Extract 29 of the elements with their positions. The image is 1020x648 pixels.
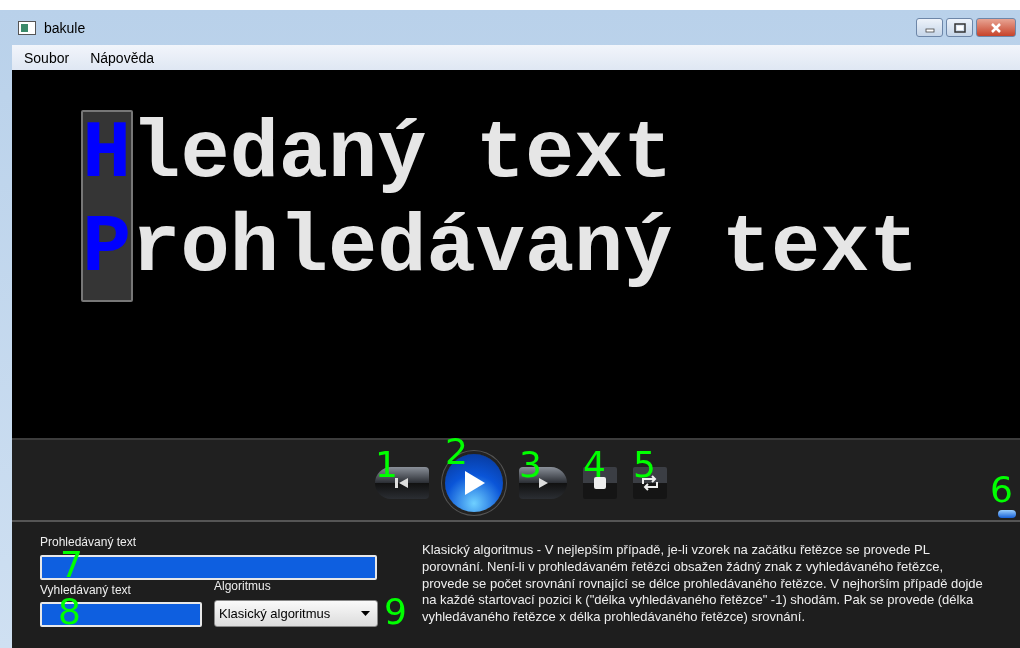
annotation-number: 9: [384, 594, 407, 630]
caret-icon: [361, 611, 370, 616]
annotation-number: 5: [633, 447, 656, 483]
skip-back-icon: [394, 476, 410, 490]
maximize-icon: [953, 22, 966, 33]
close-icon: [990, 22, 1002, 33]
field-label: Prohledávaný text: [40, 534, 138, 550]
display-line: Hledaný text: [82, 108, 673, 202]
annotation-number: 2: [445, 434, 468, 470]
minimize-icon: [925, 28, 934, 32]
play-icon: [536, 476, 550, 490]
slider-handle[interactable]: [998, 510, 1016, 518]
annotation-number: 4: [583, 447, 606, 483]
annotation-number: 1: [375, 447, 398, 483]
minimize-button[interactable]: [916, 18, 943, 37]
display-line: Prohledávaný text: [82, 202, 919, 296]
app-icon: [18, 20, 36, 35]
annotation-number: 6: [990, 472, 1013, 508]
close-button[interactable]: [976, 18, 1016, 37]
annotation-number: 3: [519, 447, 542, 483]
algorithm-dropdown[interactable]: Klasický algoritmus: [214, 600, 378, 627]
field-label: Algoritmus: [214, 578, 272, 594]
annotation-number: 7: [60, 547, 83, 583]
maximize-button[interactable]: [946, 18, 973, 37]
algorithm-description: Klasický algoritmus - V nejlepším případě, je-li vzorek na začátku řetězce se provede PL porovnání. Není-li v prohledávaném řetězci obsažen žádný znak z vyhledávaného řetězce, provede se počet srovnání rovnající se délce prohledávaného řetězce. V nejhorším případě dojde na každé startovací pozici k ("délka vyhledávaného řetězce" -1) shodám. Pak se provede (délka vyhledávaného řetězce x délka prohledávaného řetězce) srovnání.: [422, 542, 984, 627]
square-icon: [593, 476, 607, 490]
window-title: bakule: [44, 19, 86, 36]
menu-item[interactable]: Soubor: [12, 49, 79, 66]
menu-item[interactable]: Nápověda: [78, 49, 163, 66]
